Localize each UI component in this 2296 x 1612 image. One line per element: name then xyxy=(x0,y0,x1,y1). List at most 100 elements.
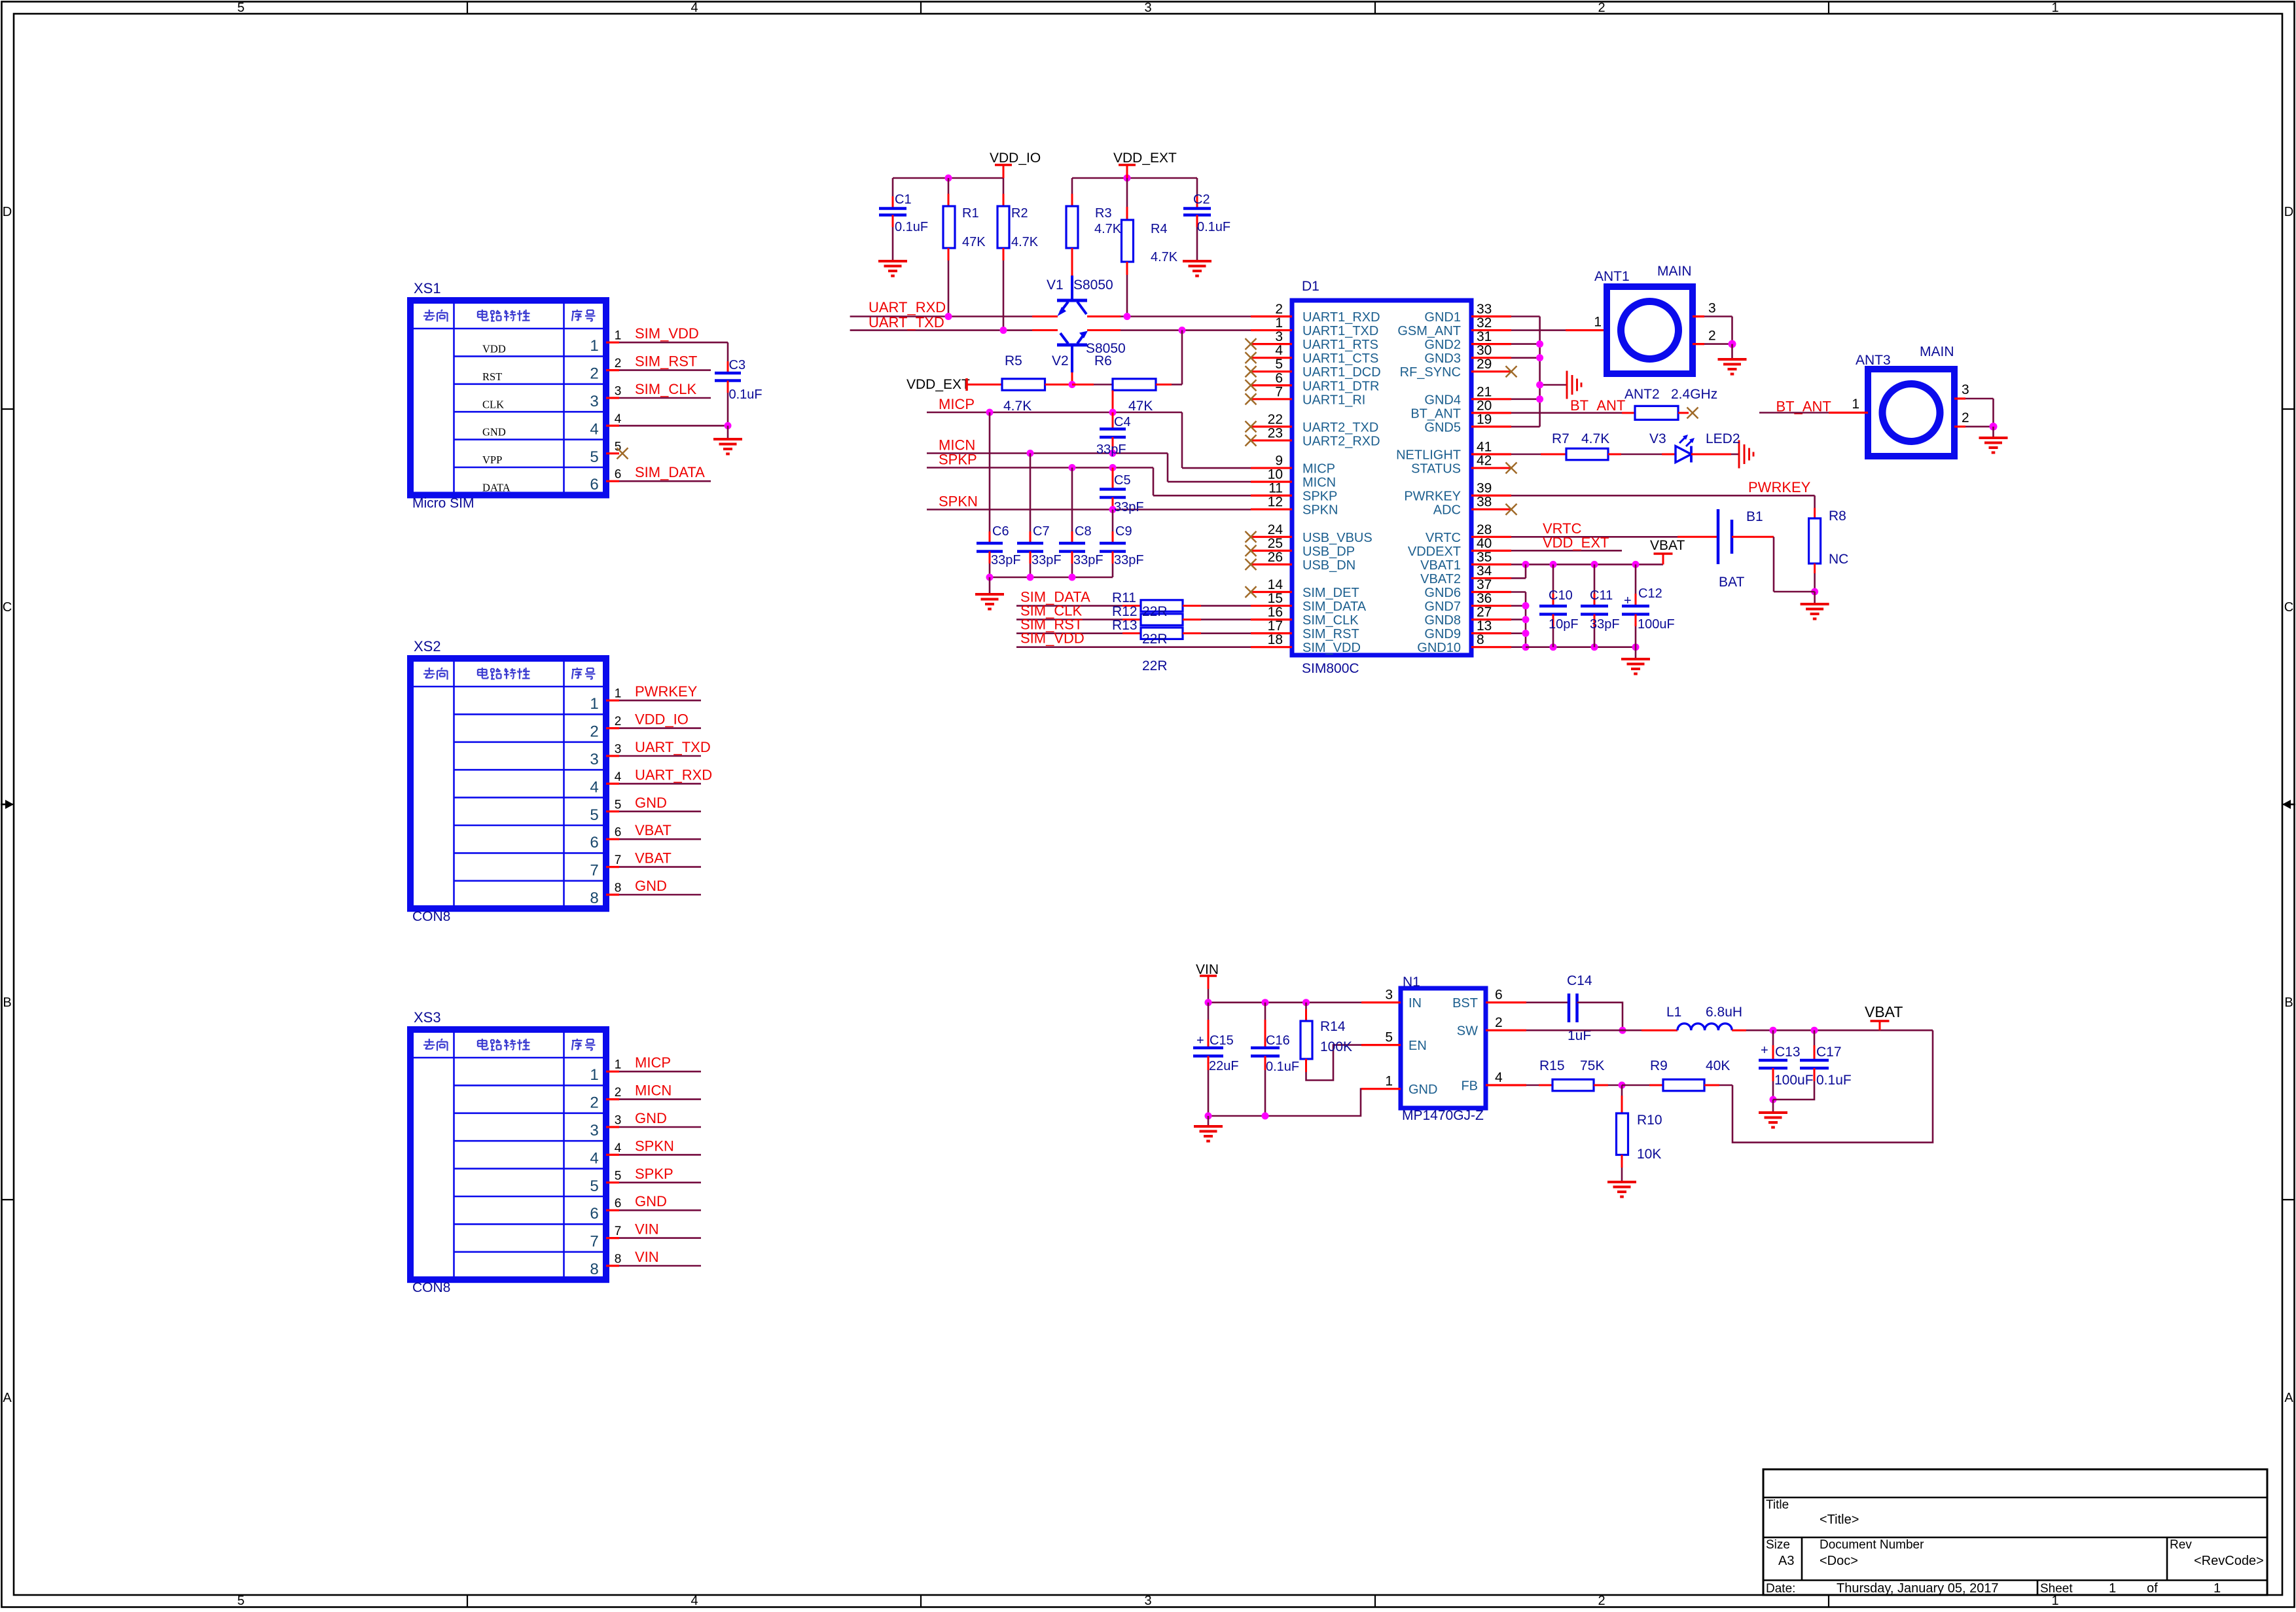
svg-text:GND4: GND4 xyxy=(1424,393,1461,407)
svg-text:VBAT: VBAT xyxy=(635,850,672,867)
svg-text:ANT2: ANT2 xyxy=(1624,387,1660,402)
svg-text:<Doc>: <Doc> xyxy=(1820,1554,1858,1568)
svg-text:47K: 47K xyxy=(1128,399,1153,414)
svg-text:11: 11 xyxy=(1268,481,1283,496)
svg-text:3: 3 xyxy=(1385,988,1393,1003)
svg-text:13: 13 xyxy=(1477,618,1492,634)
svg-text:6: 6 xyxy=(615,468,622,482)
svg-text:36: 36 xyxy=(1477,591,1492,606)
svg-text:25: 25 xyxy=(1268,536,1283,551)
svg-text:41: 41 xyxy=(1477,440,1492,455)
svg-text:MAIN: MAIN xyxy=(1920,344,1954,359)
svg-text:ADC: ADC xyxy=(1433,503,1461,518)
svg-text:4.7K: 4.7K xyxy=(1581,431,1609,446)
svg-text:20: 20 xyxy=(1477,398,1492,413)
svg-text:4: 4 xyxy=(615,1141,622,1155)
svg-text:5: 5 xyxy=(1275,357,1283,372)
svg-text:C9: C9 xyxy=(1115,524,1132,539)
svg-text:VBAT: VBAT xyxy=(1865,1003,1903,1020)
svg-text:VIN: VIN xyxy=(635,1249,659,1265)
svg-text:0.1uF: 0.1uF xyxy=(1266,1060,1299,1074)
svg-text:C: C xyxy=(3,600,12,615)
svg-text:BT_ANT: BT_ANT xyxy=(1410,406,1461,421)
svg-text:VIN: VIN xyxy=(635,1221,659,1238)
svg-text:+: + xyxy=(1624,594,1632,608)
svg-text:LED2: LED2 xyxy=(1706,431,1740,446)
svg-text:C10: C10 xyxy=(1549,588,1573,603)
svg-text:MAIN: MAIN xyxy=(1657,264,1692,279)
svg-text:18: 18 xyxy=(1268,632,1283,647)
svg-text:GSM_ANT: GSM_ANT xyxy=(1397,324,1461,338)
svg-text:SIM_VDD: SIM_VDD xyxy=(635,325,699,342)
svg-text:C4: C4 xyxy=(1114,415,1131,429)
svg-text:6: 6 xyxy=(1495,988,1503,1003)
svg-text:VPP: VPP xyxy=(482,454,502,466)
svg-text:SPKN: SPKN xyxy=(635,1137,674,1154)
svg-text:UART1_RTS: UART1_RTS xyxy=(1302,338,1378,352)
svg-text:XS3: XS3 xyxy=(414,1009,441,1026)
svg-text:STATUS: STATUS xyxy=(1411,462,1461,476)
svg-text:26: 26 xyxy=(1268,550,1283,565)
svg-text:CLK: CLK xyxy=(482,398,504,410)
svg-text:33pF: 33pF xyxy=(1590,617,1620,632)
svg-text:GND8: GND8 xyxy=(1424,613,1461,628)
svg-text:SPKN: SPKN xyxy=(1302,503,1338,518)
svg-text:4: 4 xyxy=(1495,1070,1503,1085)
svg-text:EN: EN xyxy=(1408,1039,1427,1053)
svg-text:5: 5 xyxy=(590,806,598,824)
svg-text:ANT3: ANT3 xyxy=(1856,353,1891,368)
svg-text:D1: D1 xyxy=(1302,279,1319,294)
svg-text:C8: C8 xyxy=(1075,524,1092,539)
svg-text:Micro SIM: Micro SIM xyxy=(412,495,475,510)
svg-text:22: 22 xyxy=(1268,412,1283,427)
svg-text:1: 1 xyxy=(1594,315,1602,330)
svg-text:2: 2 xyxy=(590,365,598,383)
svg-text:V3: V3 xyxy=(1649,431,1666,446)
svg-text:5: 5 xyxy=(615,798,622,812)
svg-text:5: 5 xyxy=(1385,1030,1393,1045)
svg-text:SW: SW xyxy=(1457,1024,1478,1039)
svg-text:R4: R4 xyxy=(1151,222,1168,236)
svg-text:Document Number: Document Number xyxy=(1820,1538,1924,1552)
svg-text:USB_DP: USB_DP xyxy=(1302,545,1355,559)
svg-text:C11: C11 xyxy=(1590,588,1613,603)
svg-text:8: 8 xyxy=(590,889,598,907)
svg-text:MP1470GJ-Z: MP1470GJ-Z xyxy=(1402,1108,1484,1123)
svg-text:6: 6 xyxy=(615,1197,622,1211)
svg-text:C2: C2 xyxy=(1193,192,1210,207)
svg-text:6: 6 xyxy=(590,1205,598,1223)
svg-text:17: 17 xyxy=(1268,618,1283,634)
svg-text:MICP: MICP xyxy=(939,396,975,412)
svg-text:40K: 40K xyxy=(1706,1058,1730,1073)
svg-text:33pF: 33pF xyxy=(1096,442,1126,457)
svg-text:R8: R8 xyxy=(1829,509,1846,524)
svg-text:10pF: 10pF xyxy=(1549,617,1579,632)
svg-text:2: 2 xyxy=(1598,1,1605,15)
svg-text:1: 1 xyxy=(615,687,622,701)
svg-text:DATA: DATA xyxy=(482,482,511,494)
svg-text:SIM_CLK: SIM_CLK xyxy=(1302,613,1359,628)
svg-text:27: 27 xyxy=(1477,605,1492,620)
svg-text:R5: R5 xyxy=(1005,353,1022,368)
svg-text:1: 1 xyxy=(590,695,598,713)
svg-text:C17: C17 xyxy=(1816,1045,1842,1060)
svg-text:S8050: S8050 xyxy=(1073,278,1113,293)
svg-text:10K: 10K xyxy=(1637,1147,1661,1162)
svg-text:4: 4 xyxy=(615,412,622,426)
svg-text:6: 6 xyxy=(590,476,598,493)
svg-text:BT_ANT: BT_ANT xyxy=(1570,397,1625,414)
svg-text:100uF: 100uF xyxy=(1774,1073,1814,1088)
svg-text:2: 2 xyxy=(615,715,622,728)
svg-text:14: 14 xyxy=(1268,577,1283,592)
svg-text:VDD_IO: VDD_IO xyxy=(635,711,689,728)
svg-text:34: 34 xyxy=(1477,564,1492,579)
svg-text:0.1uF: 0.1uF xyxy=(729,387,762,402)
svg-text:40: 40 xyxy=(1477,536,1492,551)
svg-text:1: 1 xyxy=(590,1066,598,1084)
svg-text:12: 12 xyxy=(1268,495,1283,510)
svg-text:21: 21 xyxy=(1477,384,1492,399)
svg-text:UART1_TXD: UART1_TXD xyxy=(1302,324,1378,338)
svg-text:C16: C16 xyxy=(1266,1033,1290,1048)
svg-text:4: 4 xyxy=(691,1594,698,1608)
svg-text:100uF: 100uF xyxy=(1638,617,1675,632)
